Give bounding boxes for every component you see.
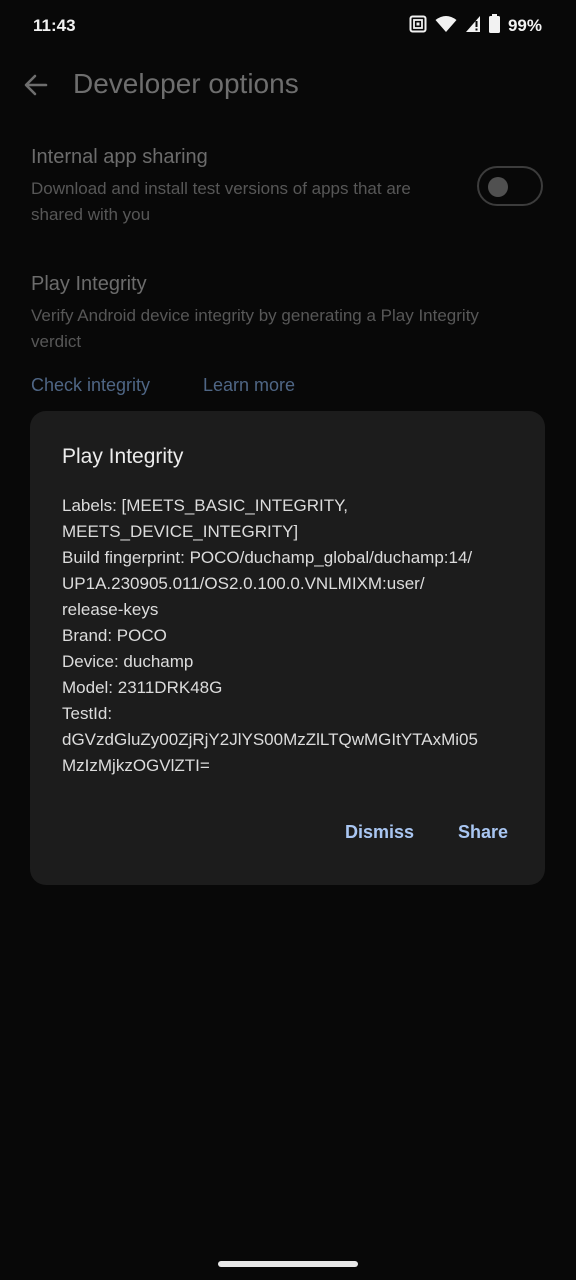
description-line: verdict (31, 332, 82, 351)
description-line: Download and install test versions of ap… (31, 179, 411, 198)
setting-title: Play Integrity (31, 273, 147, 295)
check-integrity-link[interactable]: Check integrity (31, 375, 150, 396)
description-line: Verify Android device integrity by gener… (31, 306, 479, 325)
setting-description: Verify Android device integrity by gener… (31, 303, 541, 355)
dialog-line: dGVzdGluZy00ZjRjY2JlYS00MzZlLTQwMGItYTAx… (62, 730, 478, 749)
signal-icon (465, 15, 481, 38)
dialog-line: UP1A.230905.011/OS2.0.100.0.VNLMIXM:user… (62, 574, 425, 593)
dialog-line: MEETS_DEVICE_INTEGRITY] (62, 522, 299, 541)
play-integrity-setting: Play Integrity Verify Android device int… (31, 273, 541, 355)
dismiss-button[interactable]: Dismiss (345, 822, 414, 843)
dialog-line: MzIzMjkzOGVlZTI= (62, 756, 210, 775)
setting-title: Internal app sharing (31, 146, 208, 168)
setting-description: Download and install test versions of ap… (31, 176, 451, 228)
internal-app-sharing-toggle[interactable] (477, 166, 543, 206)
dialog-title: Play Integrity (62, 445, 184, 468)
dialog-line: Build fingerprint: POCO/duchamp_global/d… (62, 548, 473, 567)
page-title: Developer options (73, 68, 299, 99)
gesture-nav-handle[interactable] (218, 1261, 358, 1267)
app-bar: Developer options (0, 56, 576, 116)
nfc-icon (409, 15, 427, 38)
learn-more-link[interactable]: Learn more (203, 375, 295, 396)
arrow-left-icon[interactable] (22, 71, 50, 99)
battery-icon (488, 14, 500, 38)
dialog-line: TestId: (62, 704, 113, 723)
dialog-line: Device: duchamp (62, 652, 194, 671)
wifi-icon (435, 15, 457, 38)
dialog-line: Labels: [MEETS_BASIC_INTEGRITY, (62, 496, 348, 515)
internal-app-sharing-setting[interactable]: Internal app sharing Download and instal… (31, 146, 451, 228)
share-button[interactable]: Share (458, 822, 508, 843)
dialog-line: Brand: POCO (62, 626, 167, 645)
dialog-line: Model: 2311DRK48G (62, 678, 223, 697)
status-bar: 11:43 99% (0, 0, 576, 54)
play-integrity-dialog: Play Integrity Labels: [MEETS_BASIC_INTE… (30, 411, 545, 885)
dialog-body: Labels: [MEETS_BASIC_INTEGRITY, MEETS_DE… (62, 493, 522, 779)
status-icons: 99% (409, 14, 542, 38)
battery-percent: 99% (507, 16, 542, 35)
status-time: 11:43 (33, 16, 76, 35)
dialog-line: release-keys (62, 600, 159, 619)
toggle-knob (488, 177, 508, 197)
description-line: shared with you (31, 205, 151, 224)
